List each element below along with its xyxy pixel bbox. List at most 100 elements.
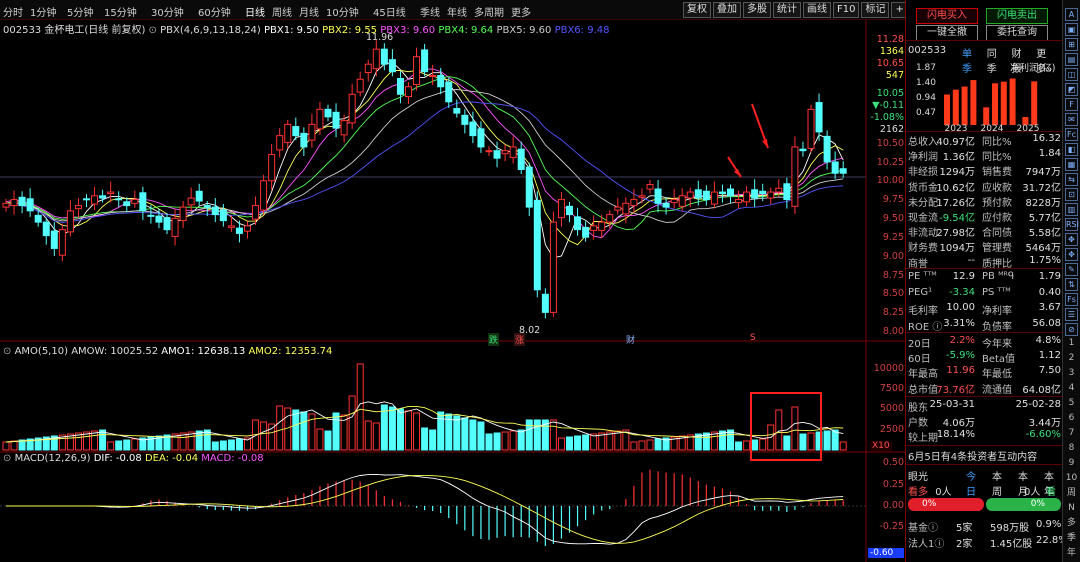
side-tool-icon[interactable]: ◧ — [1065, 143, 1078, 156]
side-tool-icon[interactable]: 1 — [1065, 338, 1078, 351]
candle — [590, 225, 598, 231]
amount-tick: 5000 — [879, 403, 904, 414]
side-tool-icon[interactable]: 10 — [1065, 473, 1078, 486]
candle — [710, 191, 718, 205]
side-tool-icon[interactable]: ⇆ — [1065, 173, 1078, 186]
side-tool-icon[interactable]: F — [1065, 98, 1078, 111]
kline-chart[interactable] — [0, 0, 905, 562]
info-cell: 现金流 — [908, 213, 938, 224]
side-tool-icon[interactable]: 6 — [1065, 413, 1078, 426]
amount-tick: 7500 — [879, 383, 904, 394]
info-cell: 货币金 — [908, 182, 938, 194]
side-tool-icon[interactable]: ⊡ — [1065, 188, 1078, 201]
event-marker[interactable]: 涨 — [514, 333, 526, 346]
info-cell: 8228万 — [1025, 197, 1061, 209]
amount-bar — [372, 422, 380, 451]
amount-bar — [316, 428, 324, 451]
panel-divider — [906, 445, 1063, 446]
candle — [123, 201, 131, 207]
side-tool-icon[interactable]: ▥ — [1065, 203, 1078, 216]
candle — [839, 168, 847, 174]
amount-bar — [517, 429, 525, 451]
side-tool-icon[interactable]: ✉ — [1065, 113, 1078, 126]
bull-vote-bar[interactable]: 0% — [908, 498, 984, 511]
holding-cell: 法人1ⓘ — [908, 539, 945, 550]
side-tool-icon[interactable]: ✎ — [1065, 263, 1078, 276]
amount-bar — [227, 439, 235, 451]
cancel-all-button[interactable]: 一键全撤 — [916, 25, 978, 41]
side-tool-icon[interactable]: ◩ — [1065, 83, 1078, 96]
side-tool-icon[interactable]: Fc — [1065, 128, 1078, 141]
info-cell: 2.2% — [949, 335, 975, 346]
candle — [50, 230, 58, 249]
quick-sell-button[interactable]: 闪电卖出 — [986, 8, 1048, 24]
order-query-button[interactable]: 委托查询 — [986, 25, 1048, 41]
info-cell: 总市值 — [908, 384, 938, 396]
candle — [66, 210, 74, 233]
candle — [815, 102, 823, 133]
side-tool-icon[interactable]: 7 — [1065, 428, 1078, 441]
info-cell: 合同债 — [982, 228, 1012, 240]
side-tool-icon[interactable]: ⊞ — [1065, 38, 1078, 51]
side-tool-icon[interactable]: ☰ — [1065, 308, 1078, 321]
side-tool-icon[interactable]: 多 — [1065, 518, 1078, 531]
price-tick: 8.50 — [882, 288, 904, 299]
side-tool-icon[interactable]: ▦ — [1065, 158, 1078, 171]
profit-bar — [961, 86, 968, 125]
side-tool-icon[interactable]: Fs — [1065, 293, 1078, 306]
amount-bar — [348, 395, 356, 451]
profit-axis-tick: 0.94 — [916, 93, 936, 103]
candle — [751, 189, 759, 199]
info-cell: 10.00 — [946, 302, 975, 313]
candle — [131, 199, 139, 204]
info-cell: -- — [967, 254, 975, 266]
side-tool-icon[interactable]: RSI — [1065, 218, 1079, 231]
side-tool-icon[interactable]: 年 — [1065, 548, 1078, 561]
candle — [453, 108, 461, 114]
candle — [525, 166, 533, 208]
signal-marker[interactable]: S — [750, 333, 756, 343]
panel-divider — [906, 332, 1063, 333]
candle — [678, 195, 686, 207]
candle — [34, 214, 42, 223]
side-tool-icon[interactable]: ▣ — [1065, 23, 1078, 36]
side-tool-icon[interactable]: 2 — [1065, 353, 1078, 366]
info-cell: 12.9 — [952, 271, 975, 282]
amount-bar — [413, 412, 421, 451]
info-cell: 非经损 — [908, 167, 938, 179]
panel-divider — [906, 464, 1063, 465]
amount-bar — [421, 427, 429, 451]
side-tool-icon[interactable]: ◫ — [1065, 68, 1078, 81]
candle — [694, 189, 702, 199]
side-tool-icon[interactable]: 周 — [1065, 488, 1078, 501]
amount-bar — [99, 429, 107, 451]
info-cell: 7.50 — [1038, 365, 1061, 377]
side-tool-icon[interactable]: 5 — [1065, 398, 1078, 411]
side-tool-icon[interactable]: ✥ — [1065, 248, 1078, 261]
side-tool-icon[interactable]: ⇅ — [1065, 278, 1078, 291]
info-row: PE ᵀᵀᴹ 12.9 PB ᴹᴿᑫ 1.79 — [908, 270, 1061, 286]
bear-vote-bar[interactable]: 0% — [986, 498, 1061, 511]
quick-buy-button[interactable]: 闪电买入 — [916, 8, 978, 24]
event-marker[interactable]: 跌 — [488, 333, 500, 346]
side-tool-icon[interactable]: 4 — [1065, 383, 1078, 396]
candle — [99, 195, 107, 199]
panel-divider — [906, 131, 1063, 132]
side-tool-icon[interactable]: ✥ — [1065, 233, 1078, 246]
side-tool-icon[interactable]: 季 — [1065, 533, 1078, 546]
side-tool-icon[interactable]: ▤ — [1065, 53, 1078, 66]
candle — [630, 199, 638, 207]
investor-qa-link[interactable]: 6月5日有4条投资者互动内容 — [908, 448, 1037, 463]
side-tool-icon[interactable]: 3 — [1065, 368, 1078, 381]
price-tick: 8.75 — [882, 270, 904, 281]
candle — [509, 146, 517, 158]
finance-marker[interactable]: 财 — [626, 333, 635, 346]
side-tool-icon[interactable]: ⊘ — [1065, 323, 1078, 336]
side-tool-icon[interactable]: 9 — [1065, 458, 1078, 471]
candle — [163, 217, 171, 231]
side-tool-icon[interactable]: N — [1065, 503, 1078, 516]
amount-bar — [783, 435, 791, 451]
candle — [566, 205, 573, 216]
side-tool-icon[interactable]: 8 — [1065, 443, 1078, 456]
side-tool-icon[interactable]: A — [1065, 8, 1078, 21]
